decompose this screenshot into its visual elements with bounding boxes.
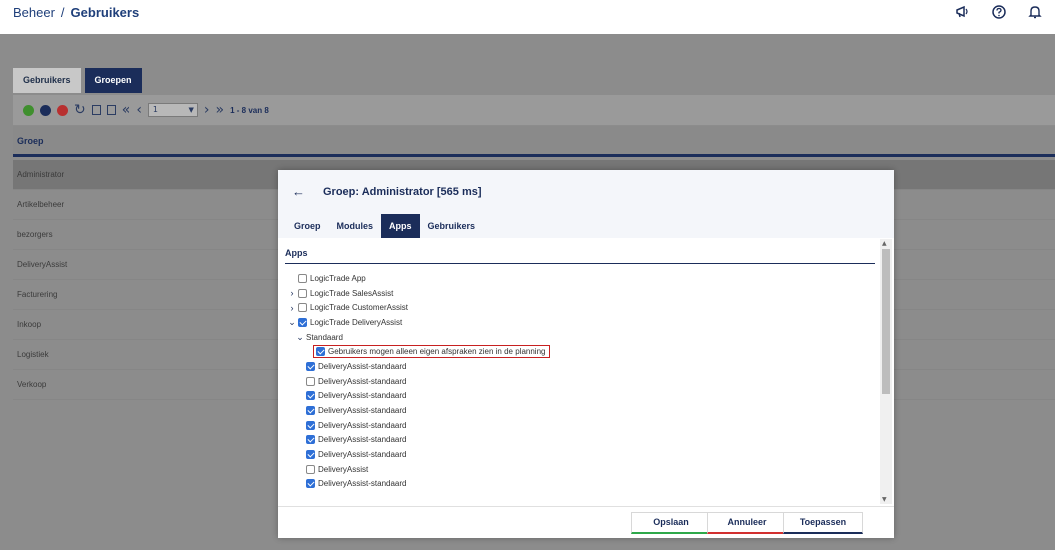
megaphone-icon[interactable] [955, 4, 971, 20]
tree-item[interactable]: › LogicTrade CustomerAssist [286, 300, 876, 315]
tree-item[interactable]: DeliveryAssist-standaard [286, 403, 876, 418]
scroll-up-icon[interactable]: ▲ [882, 240, 887, 247]
tree-item-label: DeliveryAssist-standaard [318, 376, 407, 386]
delete-icon[interactable] [57, 104, 68, 116]
checkbox-checked[interactable] [306, 391, 315, 401]
tab-gebruikers[interactable]: Gebruikers [13, 68, 81, 93]
cancel-button[interactable]: Annuleer [707, 512, 787, 534]
dialog-header: ← Groep: Administrator [565 ms] Groep Mo… [278, 170, 894, 238]
export-icon[interactable] [106, 105, 116, 115]
breadcrumb: Beheer / Gebruikers [13, 5, 139, 20]
top-header: Beheer / Gebruikers [0, 0, 1055, 28]
last-page-icon[interactable]: » [216, 103, 225, 117]
checkbox-unchecked[interactable] [298, 288, 307, 298]
tree-item[interactable]: DeliveryAssist-standaard [286, 447, 876, 462]
scroll-down-icon[interactable]: ▼ [882, 496, 887, 503]
checkbox-checked[interactable] [306, 406, 315, 416]
page-select[interactable]: 1 ▼ [147, 103, 198, 117]
tree-item-label: Standaard [306, 332, 343, 342]
tab-groepen[interactable]: Groepen [84, 68, 142, 93]
tree-item[interactable]: Gebruikers mogen alleen eigen afspraken … [286, 344, 876, 359]
tree-item[interactable]: DeliveryAssist-standaard [286, 477, 876, 492]
chevron-down-icon[interactable]: ⌄ [294, 332, 306, 343]
checkbox-checked[interactable] [298, 317, 307, 327]
tree-item[interactable]: ⌄ Standaard [286, 330, 876, 345]
apps-tree: LogicTrade App › LogicTrade SalesAssist › Lo… [286, 271, 876, 491]
tree-item-label: Gebruikers mogen alleen eigen afspraken … [328, 347, 546, 357]
tree-item-label: DeliveryAssist [318, 464, 369, 474]
help-icon[interactable] [991, 4, 1007, 20]
tree-item-label: DeliveryAssist-standaard [318, 391, 407, 401]
tree-item-label: LogicTrade DeliveryAssist [310, 317, 403, 327]
group-dialog: ← Groep: Administrator [565 ms] Groep Mo… [278, 170, 894, 538]
tree-item[interactable]: DeliveryAssist-standaard [286, 418, 876, 433]
tree-item-label: DeliveryAssist-standaard [318, 361, 407, 371]
tree-item[interactable]: ⌄ LogicTrade DeliveryAssist [286, 315, 876, 330]
back-arrow-icon[interactable]: ← [292, 184, 305, 199]
tree-item[interactable]: DeliveryAssist [286, 462, 876, 477]
highlighted-option: Gebruikers mogen alleen eigen afspraken … [313, 345, 551, 359]
dialog-title: Groep: Administrator [565 ms] [323, 185, 482, 198]
checkbox-unchecked[interactable] [298, 303, 307, 313]
checkbox-unchecked[interactable] [306, 376, 315, 386]
add-icon[interactable] [23, 104, 34, 116]
tab-apps[interactable]: Apps [381, 214, 420, 238]
tree-item-label: DeliveryAssist-standaard [318, 406, 407, 416]
tab-modules[interactable]: Modules [329, 214, 382, 238]
prev-page-icon[interactable]: ‹ [136, 103, 142, 117]
page-select-value: 1 [152, 105, 159, 114]
checkbox-checked[interactable] [306, 420, 315, 430]
tree-item[interactable]: DeliveryAssist-standaard [286, 374, 876, 389]
checkbox-checked[interactable] [306, 479, 315, 489]
bell-icon[interactable] [1027, 4, 1043, 20]
checkbox-unchecked[interactable] [306, 464, 315, 474]
chevron-right-icon[interactable]: › [286, 303, 298, 313]
main-tabs: Gebruikers Groepen [13, 68, 142, 93]
first-page-icon[interactable]: « [122, 103, 131, 117]
apply-button[interactable]: Toepassen [783, 512, 863, 534]
tree-item[interactable]: DeliveryAssist-standaard [286, 359, 876, 374]
section-title: Apps [285, 248, 308, 258]
checkbox-checked[interactable] [306, 435, 315, 445]
scrollbar[interactable]: ▲ ▼ [880, 239, 892, 504]
tree-item-label: DeliveryAssist-standaard [318, 450, 407, 460]
tree-item-label: DeliveryAssist-standaard [318, 435, 407, 445]
checkbox-checked[interactable] [306, 450, 315, 460]
checkbox-checked[interactable] [306, 361, 315, 371]
breadcrumb-current: Gebruikers [70, 5, 140, 20]
chevron-down-icon[interactable]: ⌄ [286, 317, 298, 328]
chevron-right-icon[interactable]: › [286, 288, 298, 298]
tree-item[interactable]: LogicTrade App [286, 271, 876, 286]
tree-item-label: LogicTrade App [310, 273, 366, 283]
chevron-down-icon: ▼ [188, 106, 194, 114]
grid-toolbar: ↻ « ‹ 1 ▼ › » 1 - 8 van 8 [13, 95, 1055, 125]
tree-item[interactable]: › LogicTrade SalesAssist [286, 286, 876, 301]
dialog-footer: Opslaan Annuleer Toepassen [278, 506, 894, 538]
next-page-icon[interactable]: › [204, 103, 210, 117]
breadcrumb-parent[interactable]: Beheer [13, 5, 55, 20]
tree-item[interactable]: DeliveryAssist-standaard [286, 389, 876, 404]
tree-item[interactable]: DeliveryAssist-standaard [286, 433, 876, 448]
scroll-thumb[interactable] [882, 249, 890, 394]
edit-icon[interactable] [40, 104, 51, 116]
tab-gebruikers-dialog[interactable]: Gebruikers [420, 214, 484, 238]
grid-column-header[interactable]: Groep [13, 126, 1055, 157]
save-button[interactable]: Opslaan [631, 512, 711, 534]
tree-item-label: LogicTrade SalesAssist [310, 288, 394, 298]
tab-groep[interactable]: Groep [286, 214, 329, 238]
columns-icon[interactable] [91, 105, 101, 115]
dialog-tabs: Groep Modules Apps Gebruikers [286, 214, 483, 238]
breadcrumb-separator: / [60, 5, 65, 20]
refresh-icon[interactable]: ↻ [74, 103, 86, 117]
page-info: 1 - 8 van 8 [230, 105, 269, 115]
tree-item-label: DeliveryAssist-standaard [318, 420, 407, 430]
tree-item-label: LogicTrade CustomerAssist [310, 303, 408, 313]
tree-item-label: DeliveryAssist-standaard [318, 479, 407, 489]
section-divider [285, 263, 875, 264]
checkbox-unchecked[interactable] [298, 273, 307, 283]
checkbox-checked[interactable] [316, 347, 325, 357]
